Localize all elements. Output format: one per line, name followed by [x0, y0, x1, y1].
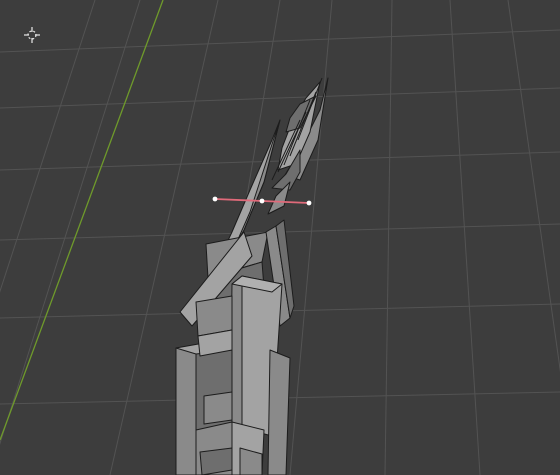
viewport-canvas[interactable] — [0, 0, 560, 475]
selected-edge[interactable] — [212, 196, 312, 206]
selected-vertex-right[interactable] — [306, 200, 312, 206]
selected-vertex-mid[interactable] — [259, 198, 265, 204]
3d-viewport[interactable] — [0, 0, 560, 475]
selected-vertex-left[interactable] — [212, 196, 218, 202]
3d-cursor-crosshair-icon[interactable] — [24, 27, 40, 43]
mesh-object[interactable] — [175, 77, 329, 475]
y-axis-line — [0, 0, 164, 441]
